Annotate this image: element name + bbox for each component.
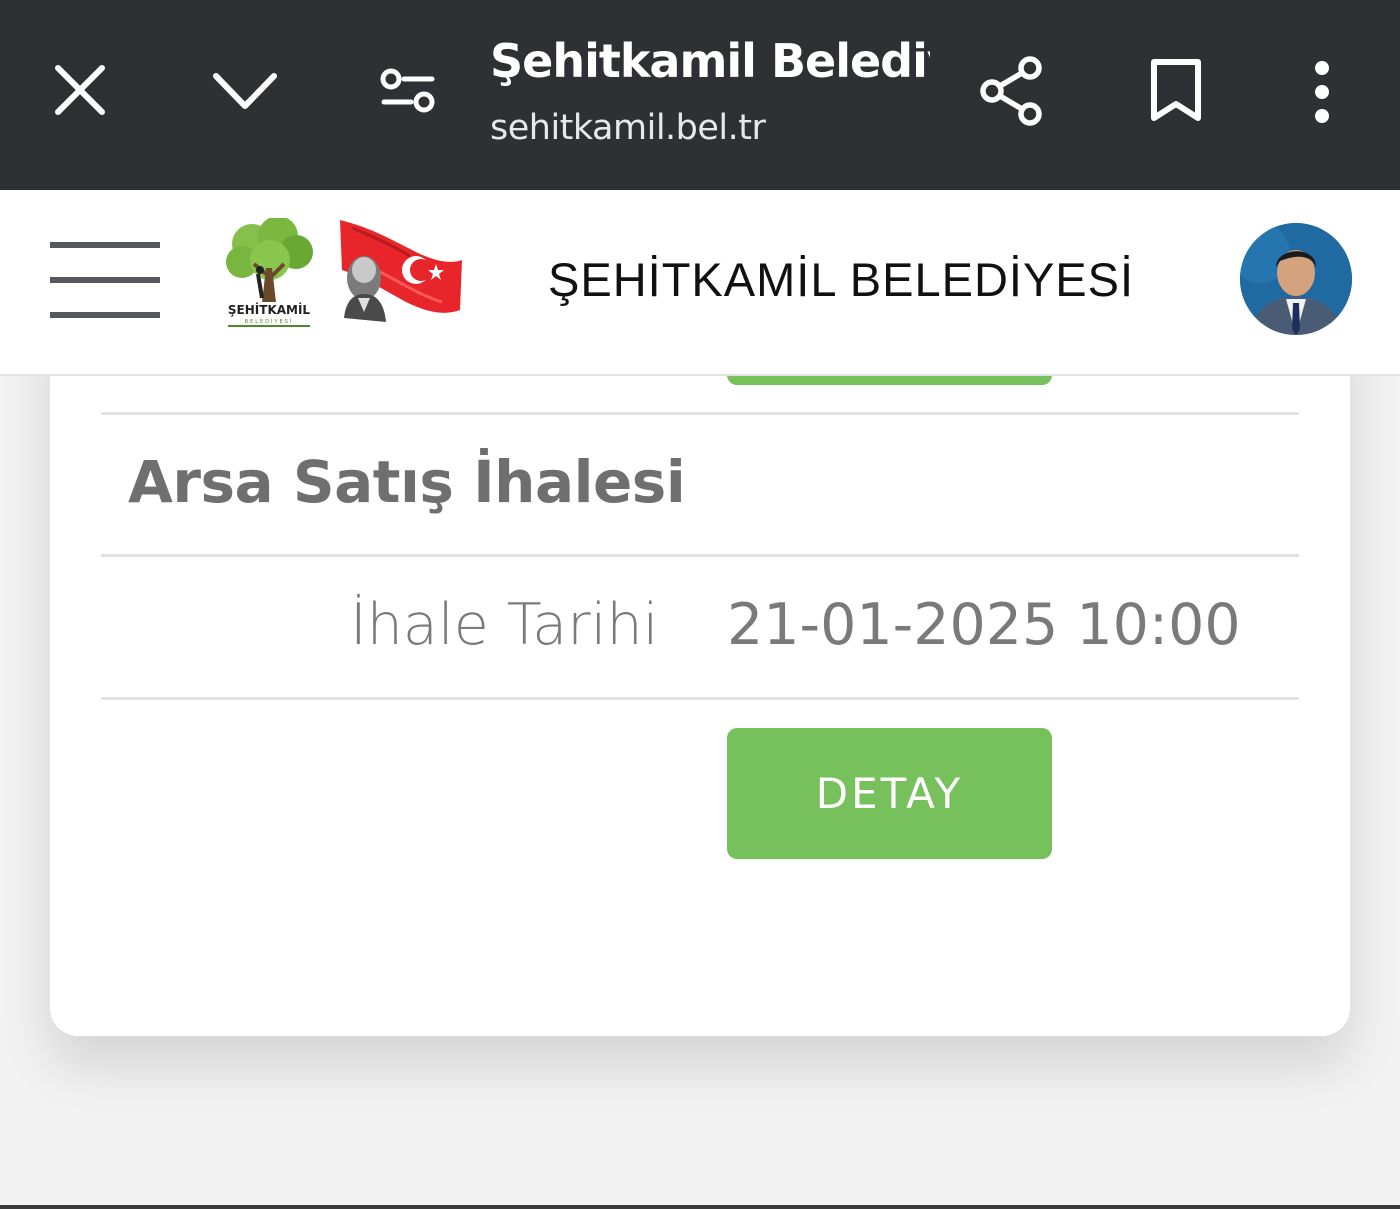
logo-text: ŞEHİTKAMİL bbox=[228, 302, 311, 317]
chevron-down-icon[interactable] bbox=[210, 68, 280, 114]
tender-title: Arsa Satış İhalesi bbox=[128, 448, 686, 516]
tender-date-value: 21-01-2025 10:00 bbox=[727, 592, 1241, 658]
mayor-avatar[interactable] bbox=[1240, 223, 1352, 335]
divider bbox=[101, 697, 1299, 700]
site-title[interactable]: ŞEHİTKAMİL BELEDİYESİ bbox=[548, 252, 1134, 307]
more-vert-icon[interactable] bbox=[1306, 60, 1338, 124]
browser-toolbar: Şehitkamil Belediy... sehitkamil.bel.tr bbox=[0, 0, 1400, 190]
bottom-edge bbox=[0, 1205, 1400, 1209]
site-settings-icon[interactable] bbox=[378, 66, 438, 116]
logo-subtext: BELEDİYESİ bbox=[245, 318, 294, 325]
page-url[interactable]: sehitkamil.bel.tr bbox=[490, 108, 766, 148]
page-title[interactable]: Şehitkamil Belediy... bbox=[490, 34, 930, 88]
divider bbox=[101, 554, 1299, 557]
detail-button[interactable]: DETAY bbox=[727, 728, 1052, 859]
share-icon[interactable] bbox=[978, 54, 1048, 128]
divider bbox=[101, 412, 1299, 415]
tender-date-label: İhale Tarihi bbox=[350, 592, 659, 658]
municipality-logo[interactable]: ŞEHİTKAMİL BELEDİYESİ bbox=[222, 218, 317, 330]
site-header: ŞEHİTKAMİL BELEDİYESİ ŞEHİTKAMİL BELEDİY… bbox=[0, 190, 1400, 376]
bookmark-icon[interactable] bbox=[1148, 58, 1204, 124]
menu-icon[interactable] bbox=[50, 242, 160, 318]
tender-card: Arsa Satış İhalesi İhale Tarihi 21-01-20… bbox=[50, 300, 1350, 1036]
ataturk-flag-image bbox=[340, 220, 462, 322]
close-icon[interactable] bbox=[50, 60, 110, 120]
